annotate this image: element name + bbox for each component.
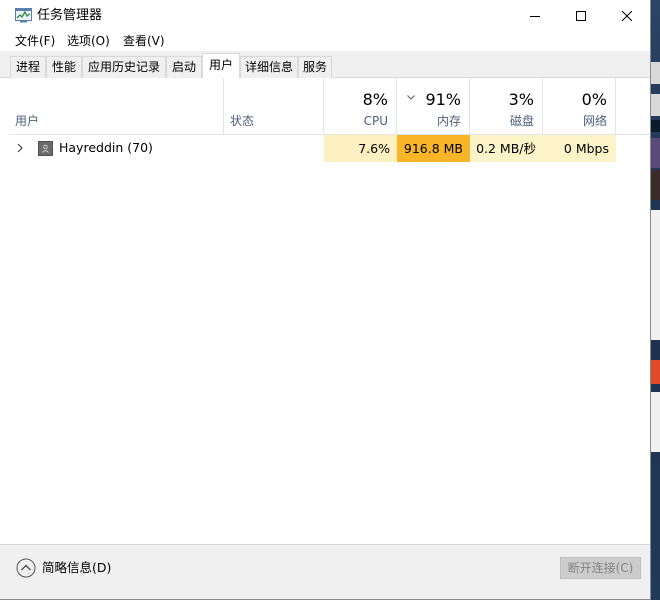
user-name: Hayreddin (70)	[59, 140, 153, 155]
column-header-network[interactable]: 0% 网络	[543, 78, 616, 135]
tab-performance[interactable]: 性能	[46, 56, 82, 78]
sort-descending-icon	[407, 93, 415, 103]
minimize-button[interactable]	[512, 0, 558, 31]
column-header-cpu[interactable]: 8% CPU	[324, 78, 397, 135]
menu-view[interactable]: 查看(V)	[121, 33, 167, 49]
disk-total-percent: 3%	[508, 90, 534, 109]
maximize-button[interactable]	[558, 0, 604, 31]
table-row[interactable]: Hayreddin (70) 7.6% 916.8 MB 0.2 MB/秒 0 …	[9, 135, 650, 162]
cell-disk: 0.2 MB/秒	[470, 135, 543, 162]
network-total-percent: 0%	[581, 90, 607, 109]
maximize-icon	[576, 10, 586, 21]
menu-file[interactable]: 文件(F)	[13, 33, 57, 49]
desktop-window-fragment	[651, 360, 660, 384]
column-label-user: 用户	[15, 114, 40, 128]
close-icon	[622, 10, 632, 21]
column-header-memory[interactable]: 91% 内存	[397, 78, 470, 135]
desktop-window-fragment	[651, 120, 660, 132]
user-avatar-icon	[38, 141, 53, 156]
minimize-icon	[530, 15, 540, 17]
column-header-disk[interactable]: 3% 磁盘	[470, 78, 543, 135]
task-manager-window: 任务管理器 文件(F) 选项(O) 查看(V) 进程 性能 应用历史记录 启动	[0, 0, 651, 600]
desktop-window-fragment	[651, 94, 660, 116]
tab-app-history[interactable]: 应用历史记录	[82, 56, 166, 78]
column-label-network: 网络	[582, 114, 607, 128]
desktop-window-fragment	[651, 210, 660, 340]
menu-options[interactable]: 选项(O)	[65, 33, 112, 49]
column-header-user[interactable]: 用户	[9, 78, 224, 135]
tab-users[interactable]: 用户	[202, 53, 240, 79]
close-button[interactable]	[604, 0, 650, 31]
cell-cpu: 7.6%	[324, 135, 397, 162]
desktop-window-fragment	[651, 392, 660, 452]
chevron-up-circle-icon[interactable]	[16, 558, 36, 578]
window-title: 任务管理器	[37, 8, 103, 23]
memory-total-percent: 91%	[425, 90, 461, 109]
column-header-status[interactable]: 状态	[224, 78, 324, 135]
chevron-right-icon[interactable]	[15, 142, 25, 154]
desktop-background	[651, 0, 660, 600]
footer-bar: 简略信息(D) 断开连接(C)	[0, 544, 650, 599]
cell-memory: 916.8 MB	[397, 135, 470, 162]
menu-bar: 文件(F) 选项(O) 查看(V)	[0, 31, 650, 51]
task-manager-icon	[15, 8, 32, 23]
column-label-status: 状态	[230, 114, 255, 128]
desktop-window-fragment	[651, 138, 660, 168]
tab-services[interactable]: 服务	[298, 56, 332, 78]
tab-strip: 进程 性能 应用历史记录 启动 用户 详细信息 服务	[0, 51, 650, 79]
column-label-cpu: CPU	[363, 114, 388, 128]
tab-startup[interactable]: 启动	[166, 56, 202, 78]
cell-network: 0 Mbps	[543, 135, 616, 162]
desktop-window-fragment	[651, 62, 660, 84]
cpu-total-percent: 8%	[362, 90, 388, 109]
users-panel: 用户 状态 8% CPU 91% 内存 3% 磁盘 0% 网络 Hayreddi…	[9, 78, 650, 544]
disconnect-button[interactable]: 断开连接(C)	[560, 557, 641, 579]
tab-details[interactable]: 详细信息	[240, 56, 298, 78]
title-bar[interactable]: 任务管理器	[0, 0, 650, 31]
column-label-memory: 内存	[436, 114, 461, 128]
tab-processes[interactable]: 进程	[10, 56, 46, 78]
desktop-window-fragment	[651, 170, 660, 200]
column-label-disk: 磁盘	[509, 114, 534, 128]
fewer-details-link[interactable]: 简略信息(D)	[42, 560, 111, 576]
